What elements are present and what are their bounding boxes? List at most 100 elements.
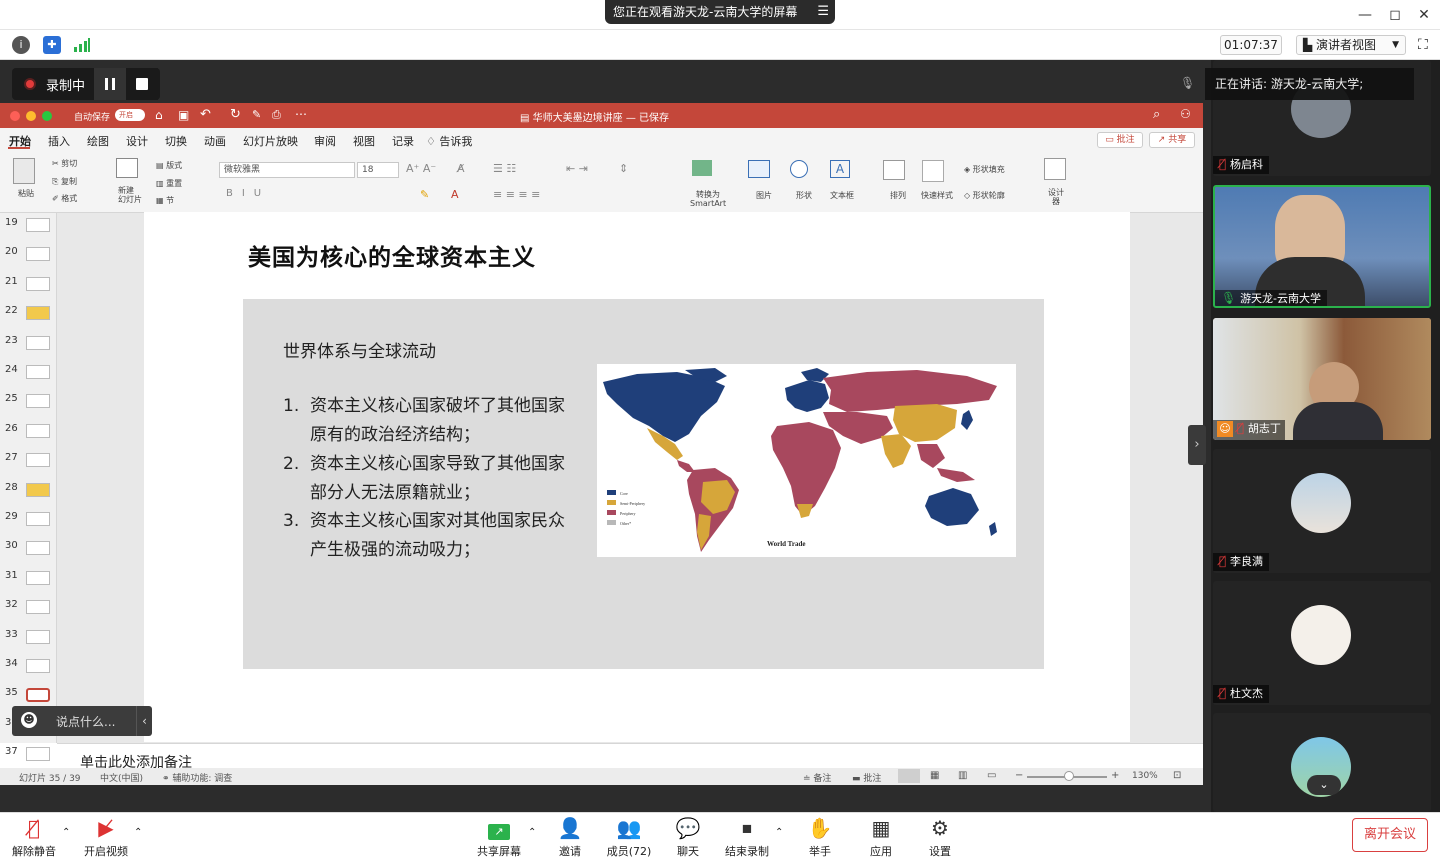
zoom-level[interactable]: 130% [1132,771,1158,781]
tab-insert[interactable]: 插入 [48,133,70,149]
mac-zoom-button[interactable] [42,111,52,121]
video-tile[interactable]: ⌄ [1213,713,1431,812]
language-status[interactable]: 中文(中国) [100,771,143,784]
slide-thumbnail[interactable] [26,688,50,702]
textbox-icon[interactable]: A [830,160,850,178]
video-tile-active[interactable]: 🎙 游天龙-云南大学 [1213,185,1431,308]
tab-draw[interactable]: 绘图 [87,133,109,149]
slide-thumbnail[interactable] [26,277,50,291]
minimize-button[interactable]: — [1355,6,1375,24]
designer-icon[interactable] [1044,158,1066,180]
emoji-icon[interactable]: ☻ [21,712,37,728]
account-icon[interactable]: ⚇ [1180,107,1191,121]
arrange-icon[interactable] [883,160,905,180]
cut-button[interactable]: ✂ 剪切 [52,158,77,169]
record-options-chevron-icon[interactable]: ⌃ [775,827,783,838]
share-options-chevron-icon[interactable]: ⌃ [528,827,536,838]
home-icon[interactable]: ⌂ [155,108,163,122]
slide-thumbnail[interactable] [26,600,50,614]
slide-thumbnail[interactable] [26,424,50,438]
font-color-icon[interactable]: A [451,188,459,201]
slide-thumbnail[interactable] [26,747,50,761]
chat-quick-input[interactable]: ☻ 说点什么... ‹ [12,706,152,736]
invite-button[interactable]: 👤 邀请 [552,815,588,859]
fit-slide-icon[interactable]: ⊡ [1173,770,1181,781]
new-slide-icon[interactable] [116,158,138,178]
start-video-button[interactable]: ▶̸ 开启视频 [82,815,130,859]
end-recording-button[interactable]: ⏹ 结束录制 [722,815,772,859]
tab-design[interactable]: 设计 [126,133,148,149]
line-spacing-icon[interactable]: ⇕ [619,162,628,175]
sorter-view-icon[interactable]: ▦ [930,770,939,781]
smartart-icon[interactable] [692,160,712,176]
tab-review[interactable]: 审阅 [314,133,336,149]
format-painter-button[interactable]: ✐ 格式 [52,193,77,204]
leave-meeting-button[interactable]: 离开会议 [1352,818,1428,852]
slide-thumbnail[interactable] [26,336,50,350]
view-mode-button[interactable]: ▙ 演讲者视图 ▼ [1296,35,1406,55]
slide-thumbnail[interactable] [26,659,50,673]
zoom-slider-handle[interactable] [1064,771,1074,781]
unmute-button[interactable]: 🎙̸ 解除静音 [10,815,58,859]
layout-button[interactable]: ▤ 版式 [156,160,182,171]
slideshow-view-icon[interactable]: ▭ [987,770,996,781]
shape-outline-button[interactable]: ◇ 形状轮廓 [964,190,1005,201]
security-shield-icon[interactable]: ✚ [43,36,61,54]
video-tile[interactable]: 🎙̸ 李良满 [1213,449,1431,573]
video-tile[interactable]: 🎙̸ 杜文杰 [1213,581,1431,705]
edit-icon[interactable]: ✎ [252,108,261,121]
comments-button[interactable]: ▭ 批注 [1097,132,1143,148]
slide-thumbnail[interactable] [26,218,50,232]
notes-toggle[interactable]: ≐ 备注 [803,771,831,784]
slide-thumbnail[interactable] [26,571,50,585]
share-banner[interactable]: 您正在观看游天龙-云南大学的屏幕 ☰ [605,0,835,24]
autosave-toggle[interactable]: 开启 [115,109,145,121]
copy-button[interactable]: ⎘ 复制 [52,176,77,187]
zoom-out-icon[interactable]: − [1015,770,1023,781]
mac-minimize-button[interactable] [26,111,36,121]
notes-pane[interactable]: 单击此处添加备注 [57,743,1203,771]
normal-view-button[interactable] [898,769,920,783]
collapse-panel-button[interactable]: › [1188,425,1206,465]
align-icons[interactable]: ≡ ≡ ≡ ≡ [493,188,540,201]
slide-thumbnail[interactable] [26,247,50,261]
shape-fill-button[interactable]: ◈ 形状填充 [964,164,1005,175]
chat-button[interactable]: 💬 聊天 [670,815,706,859]
zoom-in-icon[interactable]: + [1111,770,1119,781]
share-screen-button[interactable]: ↗ 共享屏幕 [476,815,522,859]
tab-record[interactable]: 记录 [392,133,414,149]
search-icon[interactable]: ⌕ [1153,107,1160,122]
stop-recording-button[interactable] [126,68,158,100]
video-tile[interactable]: ☺ 🎙̸ 胡志丁 [1213,318,1431,440]
slide-thumbnail[interactable] [26,453,50,467]
reading-view-icon[interactable]: ▥ [958,770,967,781]
more-icon[interactable]: ⋯ [295,107,307,121]
slide-thumbnail[interactable] [26,541,50,555]
slide-thumbnail[interactable] [26,483,50,497]
signal-icon[interactable] [73,37,91,53]
scroll-down-icon[interactable]: ⌄ [1307,775,1341,795]
slide-thumbnail[interactable] [26,306,50,320]
audio-options-chevron-icon[interactable]: ⌃ [62,827,70,838]
font-style-icons[interactable]: BIU [226,188,270,199]
info-icon[interactable]: i [12,36,30,54]
quick-styles-icon[interactable] [922,160,944,182]
slide-thumbnail[interactable] [26,365,50,379]
video-options-chevron-icon[interactable]: ⌃ [134,827,142,838]
participants-button[interactable]: 👥 成员(72) [606,815,652,859]
picture-icon[interactable] [748,160,770,178]
shape-icon[interactable] [790,160,808,178]
raise-hand-button[interactable]: ✋ 举手 [802,815,838,859]
comments-toggle[interactable]: ▬ 批注 [852,771,881,784]
collapse-chat-icon[interactable]: ‹ [136,706,152,736]
close-button[interactable]: ✕ [1414,6,1434,24]
share-button[interactable]: ↗ 共享 [1149,132,1195,148]
font-name-select[interactable]: 微软雅黑 [219,162,355,178]
save-icon[interactable]: ▣ [178,108,189,122]
fullscreen-icon[interactable]: ⛶ [1418,37,1428,53]
apps-button[interactable]: ▦ 应用 [863,815,899,859]
tab-animations[interactable]: 动画 [204,133,226,149]
bullets-icon[interactable]: ☰ ☷ [493,162,516,175]
undo-icon[interactable]: ↶ [200,107,211,122]
slide-thumbnail[interactable] [26,512,50,526]
